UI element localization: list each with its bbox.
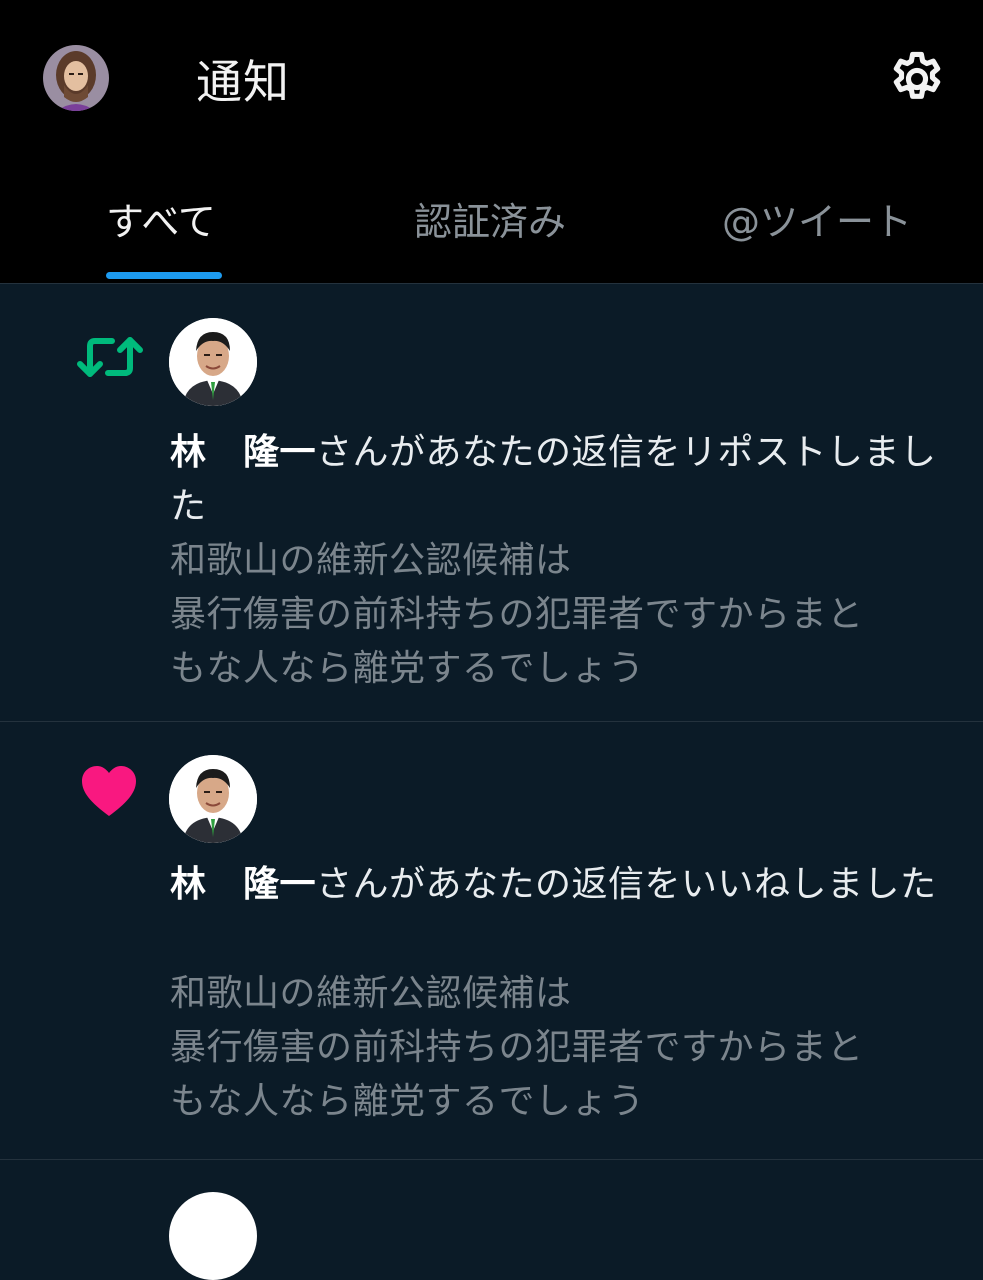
quoted-line: 暴行傷害の前科持ちの犯罪者ですからまと — [170, 594, 864, 635]
profile-avatar[interactable] — [43, 45, 109, 111]
quoted-line: 和歌山の維新公認候補は — [170, 540, 572, 581]
actor-avatar[interactable] — [169, 318, 257, 406]
actor-avatar[interactable] — [169, 755, 257, 843]
settings-gear-icon[interactable] — [886, 48, 948, 110]
top-bar: 通知 すべて 認証済み @ツイート — [0, 0, 983, 284]
actor-avatar-image — [169, 318, 257, 406]
quoted-line: もな人なら離党するでしょう — [170, 648, 645, 689]
gear-icon — [893, 51, 941, 99]
quoted-line: もな人なら離党するでしょう — [170, 1081, 645, 1122]
page-title: 通知 — [196, 55, 290, 109]
active-tab-indicator — [106, 272, 222, 279]
notification-item[interactable]: 林 隆一さんがあなたの返信をリポストしました 和歌山の維新公認候補は 暴行傷害の… — [0, 284, 983, 722]
notification-text: 林 隆一さんがあなたの返信をいいねしました — [170, 858, 940, 912]
actor-avatar-image — [169, 755, 257, 843]
tab-all[interactable]: すべて — [106, 190, 216, 284]
notification-action: さんがあなたの返信をいいねしました — [316, 864, 937, 905]
tab-bar: すべて 認証済み @ツイート — [0, 190, 983, 284]
actor-name[interactable]: 林 隆一 — [170, 864, 316, 905]
heart-icon — [80, 764, 148, 818]
quoted-reply[interactable]: 和歌山の維新公認候補は 暴行傷害の前科持ちの犯罪者ですからまと もな人なら離党す… — [170, 534, 940, 696]
notification-text: 林 隆一さんがあなたの返信をリポストしました — [170, 426, 940, 534]
actor-name[interactable]: 林 隆一 — [170, 432, 316, 473]
profile-avatar-image — [43, 45, 109, 111]
notification-item[interactable]: 林 隆一さんがあなたの返信をいいねしました 和歌山の維新公認候補は 暴行傷害の前… — [0, 722, 983, 1160]
repost-icon — [76, 330, 144, 384]
quoted-line: 暴行傷害の前科持ちの犯罪者ですからまと — [170, 1027, 864, 1068]
tab-verified[interactable]: 認証済み — [414, 190, 566, 284]
tab-mentions[interactable]: @ツイート — [722, 190, 912, 284]
quoted-reply[interactable]: 和歌山の維新公認候補は 暴行傷害の前科持ちの犯罪者ですからまと もな人なら離党す… — [170, 967, 940, 1129]
quoted-line: 和歌山の維新公認候補は — [170, 973, 572, 1014]
actor-avatar[interactable] — [169, 1192, 257, 1280]
